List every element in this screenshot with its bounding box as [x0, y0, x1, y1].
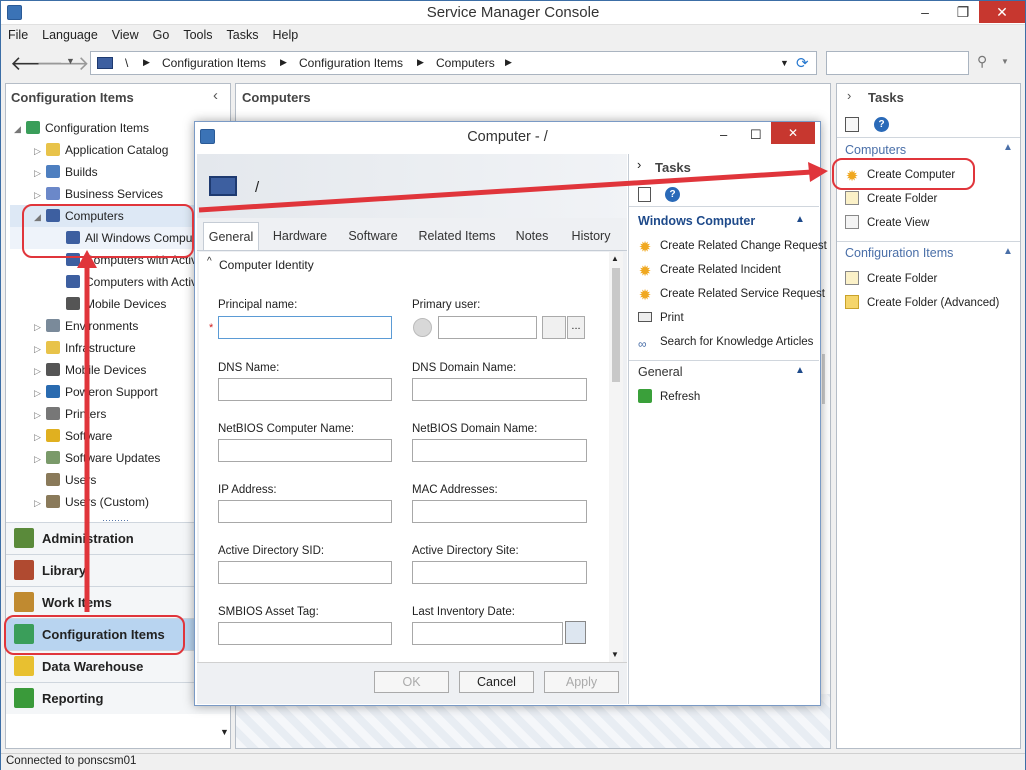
annotation-arrows — [77, 162, 828, 612]
arrow-right — [198, 169, 813, 213]
arrow-up-head — [77, 250, 97, 268]
arrow-right-head — [808, 162, 828, 182]
